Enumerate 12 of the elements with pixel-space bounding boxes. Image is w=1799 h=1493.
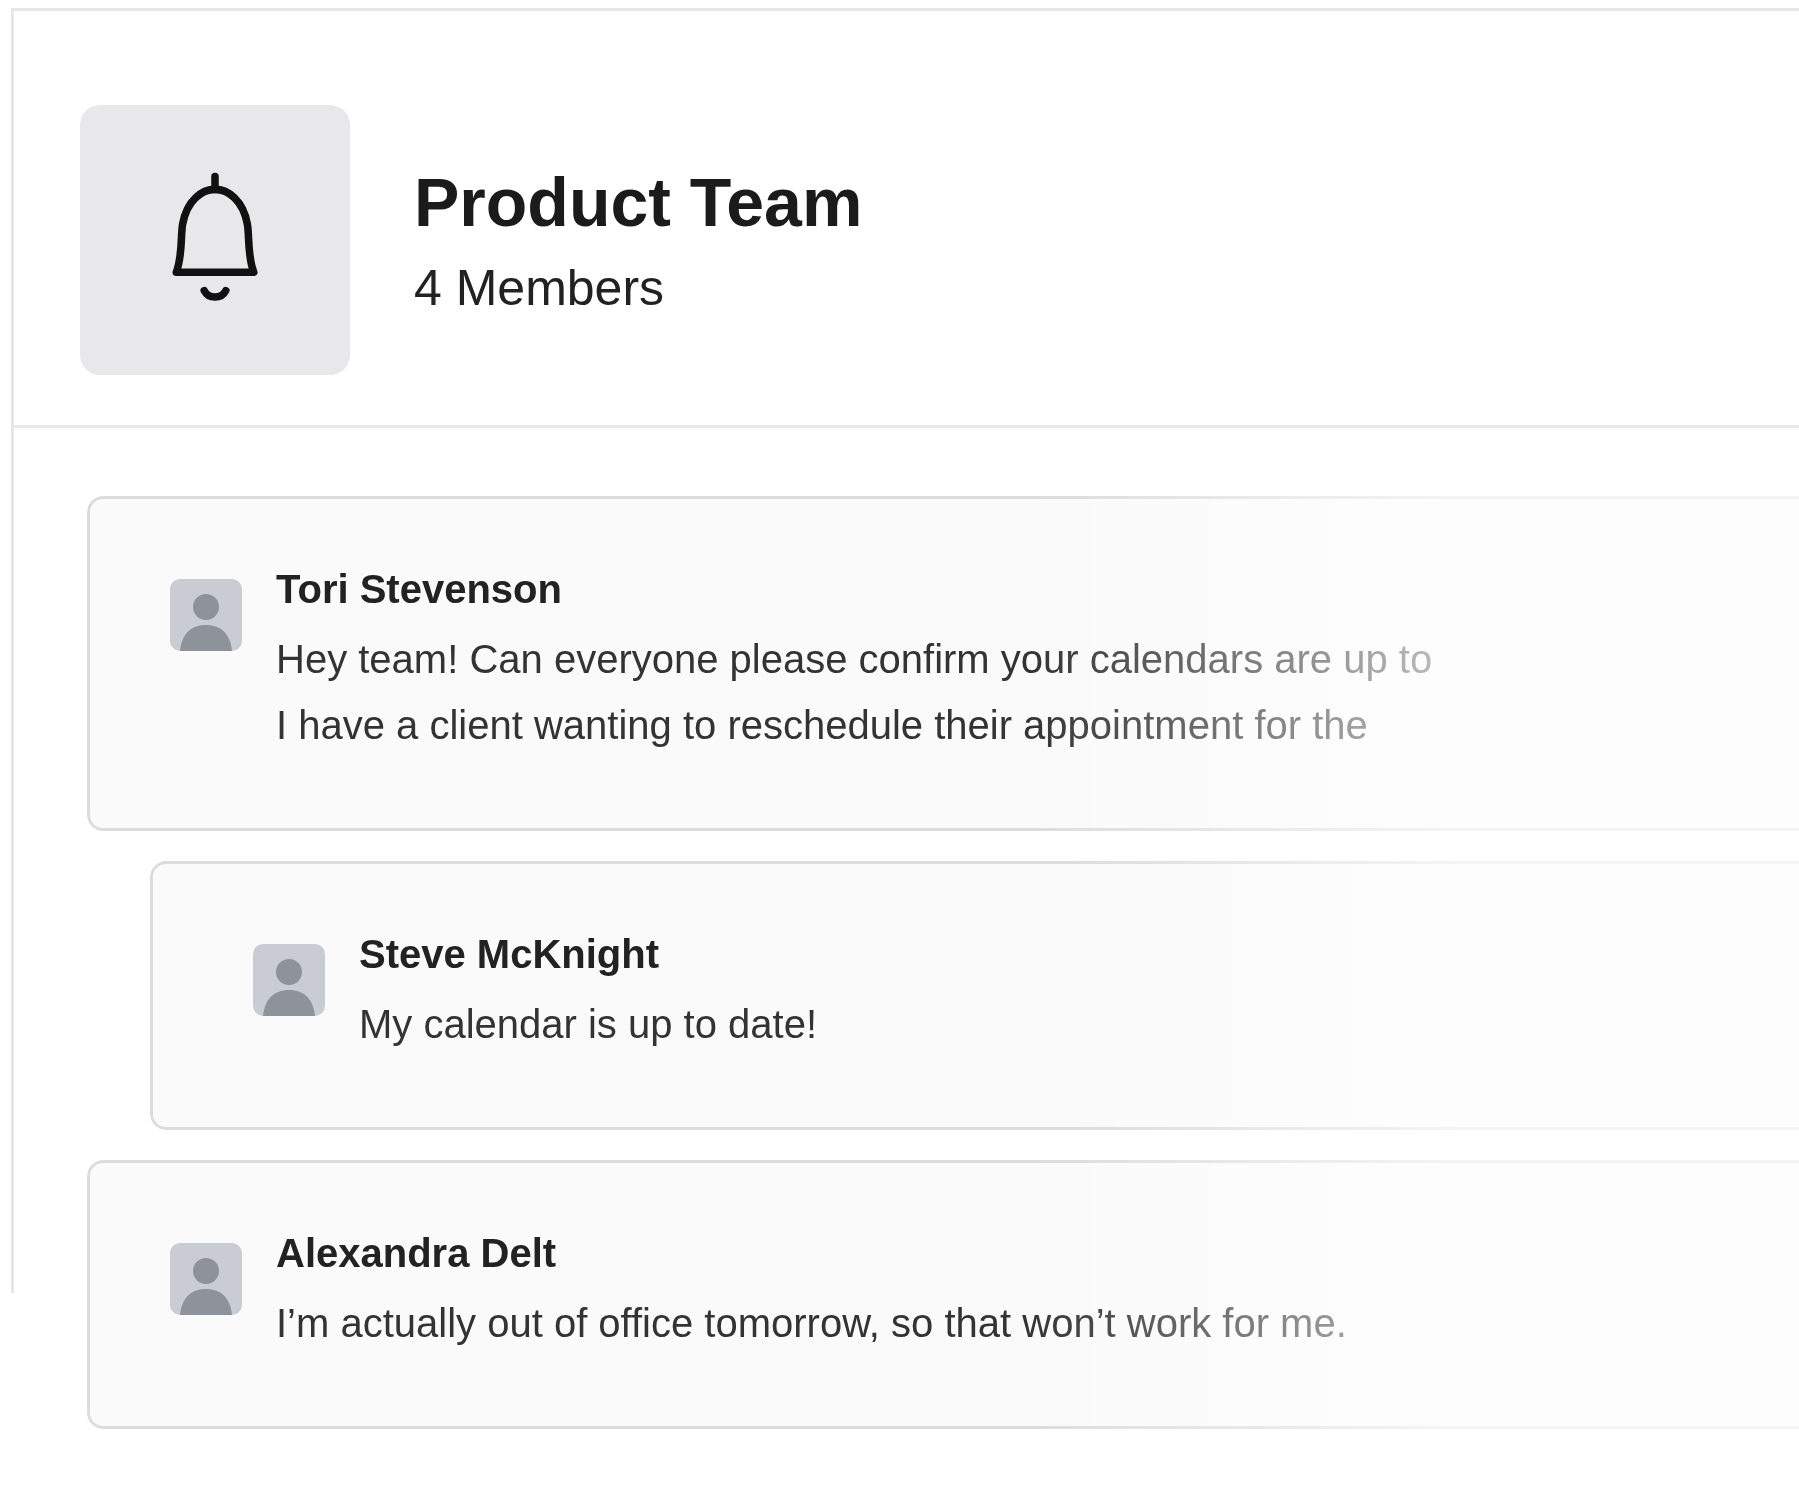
- avatar-icon: [170, 579, 242, 651]
- avatar-icon: [253, 944, 325, 1016]
- message-text: My calendar is up to date!: [359, 1001, 818, 1048]
- author-name: Steve McKnight: [359, 932, 661, 977]
- message-text: I’m actually out of office tomorrow, so that won’t work for me.: [276, 1300, 1347, 1347]
- channel-title: Product Team: [414, 163, 863, 241]
- message-text: Hey team! Can everyone please confirm your calendars are up to: [276, 636, 1433, 683]
- avatar-icon: [170, 1243, 242, 1315]
- author-name: Tori Stevenson: [276, 567, 563, 612]
- member-count: 4 Members: [414, 259, 666, 317]
- message-text: I have a client wanting to reschedule their appointment for the: [276, 702, 1369, 749]
- author-name: Alexandra Delt: [276, 1231, 558, 1276]
